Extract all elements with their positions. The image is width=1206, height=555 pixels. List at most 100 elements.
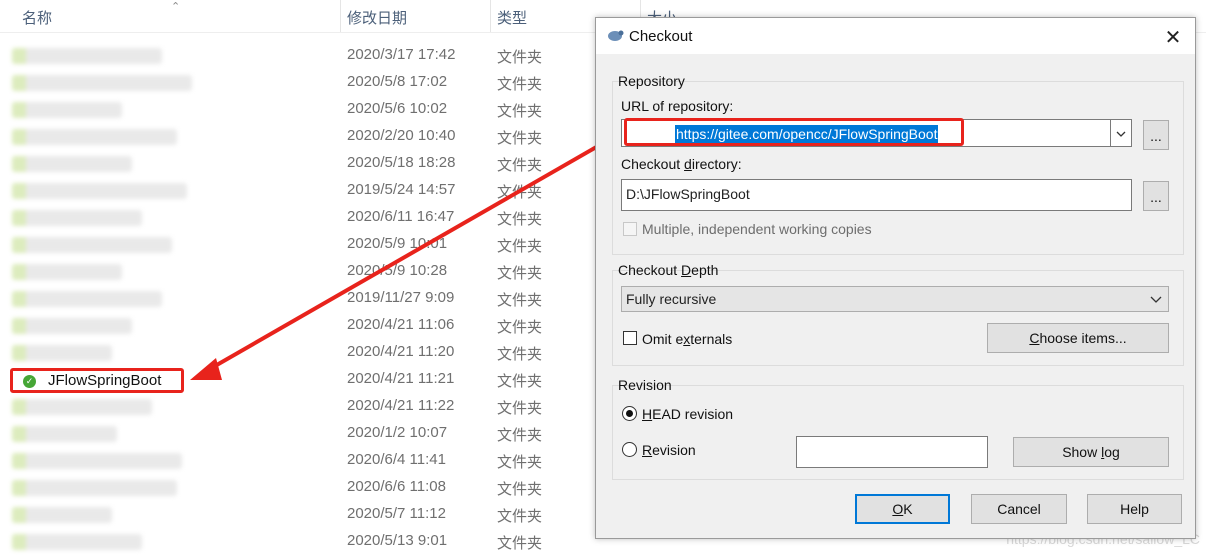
type-cell: 文件夹 <box>497 265 543 282</box>
multiple-copies-label: Multiple, independent working copies <box>642 221 872 237</box>
type-cell: 文件夹 <box>497 130 543 147</box>
type-cell: 文件夹 <box>497 103 543 120</box>
modified-date-cell: 2020/5/9 10:28 <box>347 262 448 279</box>
multiple-copies-checkbox[interactable] <box>623 222 637 236</box>
chevron-down-icon <box>1116 131 1126 137</box>
modified-date-cell: 2020/5/13 9:01 <box>347 532 448 549</box>
omit-externals-checkbox[interactable] <box>623 331 637 345</box>
table-row[interactable]: 2020/4/21 11:20 文件夹 <box>0 339 600 366</box>
type-cell: 文件夹 <box>497 454 543 471</box>
url-browse-button[interactable]: ... <box>1143 120 1169 150</box>
table-row[interactable]: 2020/5/18 18:28 文件夹 <box>0 150 600 177</box>
type-cell: 文件夹 <box>497 481 543 498</box>
ok-button[interactable]: OK <box>855 494 950 524</box>
table-row[interactable]: 2020/6/11 16:47 文件夹 <box>0 204 600 231</box>
table-row[interactable]: 2020/6/4 11:41 文件夹 <box>0 447 600 474</box>
modified-date-cell: 2020/5/6 10:02 <box>347 100 448 117</box>
type-cell: 文件夹 <box>497 508 543 525</box>
modified-date-cell: 2020/5/8 17:02 <box>347 73 448 90</box>
checkout-dialog: Checkout ✕ Repository URL of repository:… <box>595 17 1196 539</box>
table-row[interactable]: 2020/5/8 17:02 文件夹 <box>0 69 600 96</box>
repository-group-label: Repository <box>618 73 685 89</box>
blurred-folder-name <box>12 534 142 550</box>
blurred-folder-name <box>12 48 162 64</box>
head-revision-radio[interactable] <box>622 406 637 421</box>
modified-date-cell: 2020/6/11 16:47 <box>347 208 455 225</box>
directory-browse-button[interactable]: ... <box>1143 181 1169 211</box>
radio-selected-dot <box>626 410 633 417</box>
highlighted-folder-item[interactable]: ✓ JFlowSpringBoot <box>10 368 184 393</box>
close-icon[interactable]: ✕ <box>1163 25 1183 50</box>
blurred-folder-name <box>12 129 177 145</box>
blurred-folder-name <box>12 102 122 118</box>
table-row[interactable]: 2020/5/9 10:01 文件夹 <box>0 231 600 258</box>
chevron-down-icon <box>1150 296 1162 303</box>
type-cell: 文件夹 <box>497 427 543 444</box>
modified-date-cell: 2020/6/6 11:08 <box>347 478 446 495</box>
table-row[interactable]: 2020/2/20 10:40 文件夹 <box>0 123 600 150</box>
type-cell: 文件夹 <box>497 49 543 66</box>
modified-date-cell: 2019/11/27 9:09 <box>347 289 455 306</box>
type-cell: 文件夹 <box>497 346 543 363</box>
type-cell: 文件夹 <box>497 319 543 336</box>
choose-items-button[interactable]: Choose items... <box>987 323 1169 353</box>
cancel-button[interactable]: Cancel <box>971 494 1067 524</box>
modified-date-cell: 2020/3/17 17:42 <box>347 46 456 63</box>
blurred-folder-name <box>12 156 132 172</box>
column-header-modified[interactable]: 修改日期 <box>347 7 407 28</box>
revision-label: Revision <box>642 442 696 458</box>
modified-date-cell: 2020/6/4 11:41 <box>347 451 446 468</box>
blurred-folder-name <box>12 183 187 199</box>
blurred-folder-name <box>12 291 162 307</box>
table-row[interactable]: 2019/11/27 9:09 文件夹 <box>0 285 600 312</box>
sort-ascending-icon: ⌃ <box>171 1 181 13</box>
checkout-depth-label: Checkout Depth <box>618 262 719 278</box>
tortoise-icon <box>608 30 624 41</box>
column-header-type[interactable]: 类型 <box>497 7 527 28</box>
table-row[interactable]: 2020/3/17 17:42 文件夹 <box>0 42 600 69</box>
checkout-directory-input[interactable]: D:\JFlowSpringBoot <box>621 179 1132 211</box>
url-highlight-box <box>624 118 964 146</box>
table-row[interactable]: 2020/4/21 11:22 文件夹 <box>0 393 600 420</box>
url-label: URL of repository: <box>621 98 734 114</box>
type-cell: 文件夹 <box>497 238 543 255</box>
modified-date-cell: 2020/1/2 10:07 <box>347 424 448 441</box>
show-log-button[interactable]: Show log <box>1013 437 1169 467</box>
column-divider[interactable] <box>340 0 341 32</box>
table-row[interactable]: 2020/5/7 11:12 文件夹 <box>0 501 600 528</box>
table-row[interactable]: 2020/6/6 11:08 文件夹 <box>0 474 600 501</box>
modified-date-cell: 2019/5/24 14:57 <box>347 181 456 198</box>
dialog-titlebar[interactable]: Checkout ✕ <box>596 18 1195 54</box>
table-row[interactable]: 2020/5/13 9:01 文件夹 <box>0 528 600 555</box>
modified-date-cell: 2020/4/21 11:20 <box>347 343 455 360</box>
svn-checked-icon: ✓ <box>23 375 36 388</box>
modified-date-cell: 2020/5/18 18:28 <box>347 154 456 171</box>
blurred-folder-name <box>12 237 172 253</box>
type-cell: 文件夹 <box>497 76 543 93</box>
modified-date-cell: 2020/5/7 11:12 <box>347 505 446 522</box>
revision-input[interactable] <box>796 436 988 468</box>
blurred-folder-name <box>12 399 152 415</box>
table-row[interactable]: 2020/5/9 10:28 文件夹 <box>0 258 600 285</box>
table-row[interactable]: 2020/1/2 10:07 文件夹 <box>0 420 600 447</box>
type-cell: 文件夹 <box>497 211 543 228</box>
blurred-folder-name <box>12 480 177 496</box>
type-cell: 文件夹 <box>497 157 543 174</box>
type-cell: 文件夹 <box>497 292 543 309</box>
help-button[interactable]: Help <box>1087 494 1182 524</box>
column-divider[interactable] <box>490 0 491 32</box>
modified-date-cell: 2020/4/21 11:22 <box>347 397 455 414</box>
folder-name: JFlowSpringBoot <box>48 372 162 389</box>
table-row[interactable]: 2019/5/24 14:57 文件夹 <box>0 177 600 204</box>
depth-selected-value: Fully recursive <box>626 291 717 307</box>
table-row[interactable]: 2020/4/21 11:06 文件夹 <box>0 312 600 339</box>
table-row[interactable]: 2020/5/6 10:02 文件夹 <box>0 96 600 123</box>
head-revision-label: HEAD revision <box>642 406 734 422</box>
type-cell: 文件夹 <box>497 373 543 390</box>
depth-select[interactable]: Fully recursive <box>621 286 1169 312</box>
revision-group-label: Revision <box>618 377 672 393</box>
url-dropdown-button[interactable] <box>1110 119 1132 147</box>
column-header-name[interactable]: 名称 <box>22 7 52 28</box>
blurred-folder-name <box>12 75 192 91</box>
revision-radio[interactable] <box>622 442 637 457</box>
